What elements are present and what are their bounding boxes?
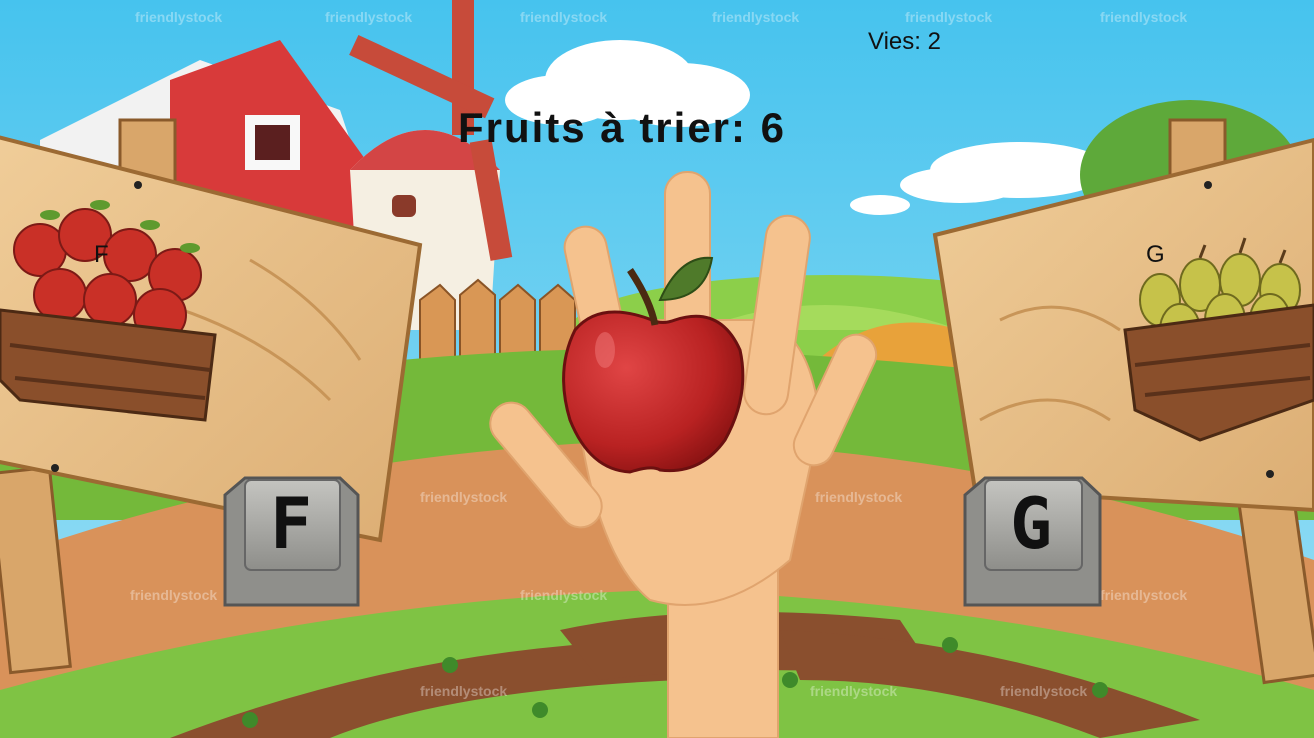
svg-text:friendlystock: friendlystock xyxy=(1100,587,1187,603)
svg-text:friendlystock: friendlystock xyxy=(325,9,412,25)
svg-text:friendlystock: friendlystock xyxy=(520,9,607,25)
svg-text:friendlystock: friendlystock xyxy=(905,9,992,25)
svg-text:friendlystock: friendlystock xyxy=(135,9,222,25)
lives-counter: Vies: 2 xyxy=(868,28,941,55)
key-f-icon[interactable]: F xyxy=(223,476,360,607)
svg-text:friendlystock: friendlystock xyxy=(1100,9,1187,25)
svg-text:friendlystock: friendlystock xyxy=(1000,683,1087,699)
svg-text:friendlystock: friendlystock xyxy=(130,587,217,603)
svg-text:friendlystock: friendlystock xyxy=(420,683,507,699)
svg-text:F: F xyxy=(270,483,312,565)
svg-text:friendlystock: friendlystock xyxy=(815,489,902,505)
key-g-icon[interactable]: G xyxy=(963,476,1102,607)
svg-text:friendlystock: friendlystock xyxy=(520,587,607,603)
right-bin-key-label: G xyxy=(1146,241,1165,268)
fruits-remaining-counter: Fruits à trier: 6 xyxy=(457,104,787,151)
svg-text:friendlystock: friendlystock xyxy=(712,9,799,25)
svg-text:friendlystock: friendlystock xyxy=(420,489,507,505)
left-bin-key-label: F xyxy=(94,241,109,268)
svg-text:G: G xyxy=(1010,483,1052,565)
svg-text:friendlystock: friendlystock xyxy=(810,683,897,699)
